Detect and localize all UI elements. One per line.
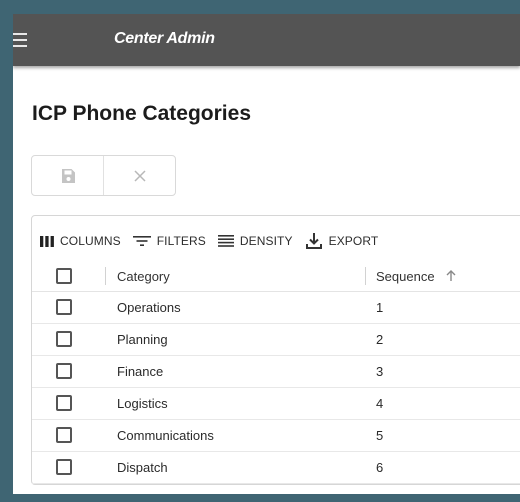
category-cell: Dispatch xyxy=(117,460,168,475)
app-window: Center Admin ICP Phone Categories COLUMN… xyxy=(13,14,520,494)
export-label: EXPORT xyxy=(328,234,379,248)
density-label: DENSITY xyxy=(239,234,293,248)
row-checkbox[interactable] xyxy=(56,299,72,315)
row-checkbox[interactable] xyxy=(56,363,72,379)
sort-ascending-icon[interactable] xyxy=(445,269,457,282)
density-button[interactable]: DENSITY xyxy=(217,230,293,252)
table-row[interactable]: Operations 1 xyxy=(32,292,520,324)
row-checkbox[interactable] xyxy=(56,427,72,443)
filters-label: FILTERS xyxy=(156,234,206,248)
table-row[interactable]: Planning 2 xyxy=(32,324,520,356)
table-header: Category Sequence xyxy=(32,261,520,292)
edit-toolbar xyxy=(31,155,176,196)
category-cell: Operations xyxy=(117,300,181,315)
sequence-cell: 6 xyxy=(376,460,384,475)
sequence-cell: 3 xyxy=(376,364,384,379)
close-icon xyxy=(133,169,146,182)
columns-button[interactable]: COLUMNS xyxy=(40,230,121,252)
column-separator[interactable] xyxy=(105,267,106,285)
category-cell: Finance xyxy=(117,364,164,379)
category-cell: Communications xyxy=(117,428,214,443)
row-checkbox[interactable] xyxy=(56,395,72,411)
category-cell: Planning xyxy=(117,332,168,347)
save-icon xyxy=(61,168,75,183)
export-button[interactable]: EXPORT xyxy=(305,230,379,252)
app-bar: Center Admin xyxy=(13,14,520,66)
columns-icon xyxy=(40,235,54,247)
table-row[interactable]: Logistics 4 xyxy=(32,388,520,420)
data-grid: COLUMNS FILTERS DENSITY EXPORT Category … xyxy=(31,215,520,485)
grid-toolbar: COLUMNS FILTERS DENSITY EXPORT xyxy=(32,228,378,254)
row-checkbox[interactable] xyxy=(56,459,72,475)
row-checkbox[interactable] xyxy=(56,331,72,347)
save-button[interactable] xyxy=(32,156,103,195)
table-row[interactable]: Dispatch 6 xyxy=(32,452,520,484)
app-title: Center Admin xyxy=(114,30,215,47)
filter-icon xyxy=(132,236,151,246)
sequence-cell: 5 xyxy=(376,428,384,443)
column-header-category[interactable]: Category xyxy=(117,269,170,284)
sequence-cell: 2 xyxy=(376,332,384,347)
filters-button[interactable]: FILTERS xyxy=(132,230,206,252)
select-all-checkbox[interactable] xyxy=(56,268,72,284)
category-cell: Logistics xyxy=(117,396,168,411)
export-icon xyxy=(305,233,322,249)
columns-label: COLUMNS xyxy=(60,234,121,248)
table-row[interactable]: Finance 3 xyxy=(32,356,520,388)
sequence-cell: 4 xyxy=(376,396,384,411)
sequence-cell: 1 xyxy=(376,300,384,315)
page-title: ICP Phone Categories xyxy=(32,102,252,125)
column-separator[interactable] xyxy=(365,267,366,285)
menu-icon[interactable] xyxy=(13,27,36,53)
table-row[interactable]: Communications 5 xyxy=(32,420,520,452)
cancel-button[interactable] xyxy=(103,156,175,195)
density-icon xyxy=(217,235,234,247)
column-header-sequence[interactable]: Sequence xyxy=(376,269,435,284)
